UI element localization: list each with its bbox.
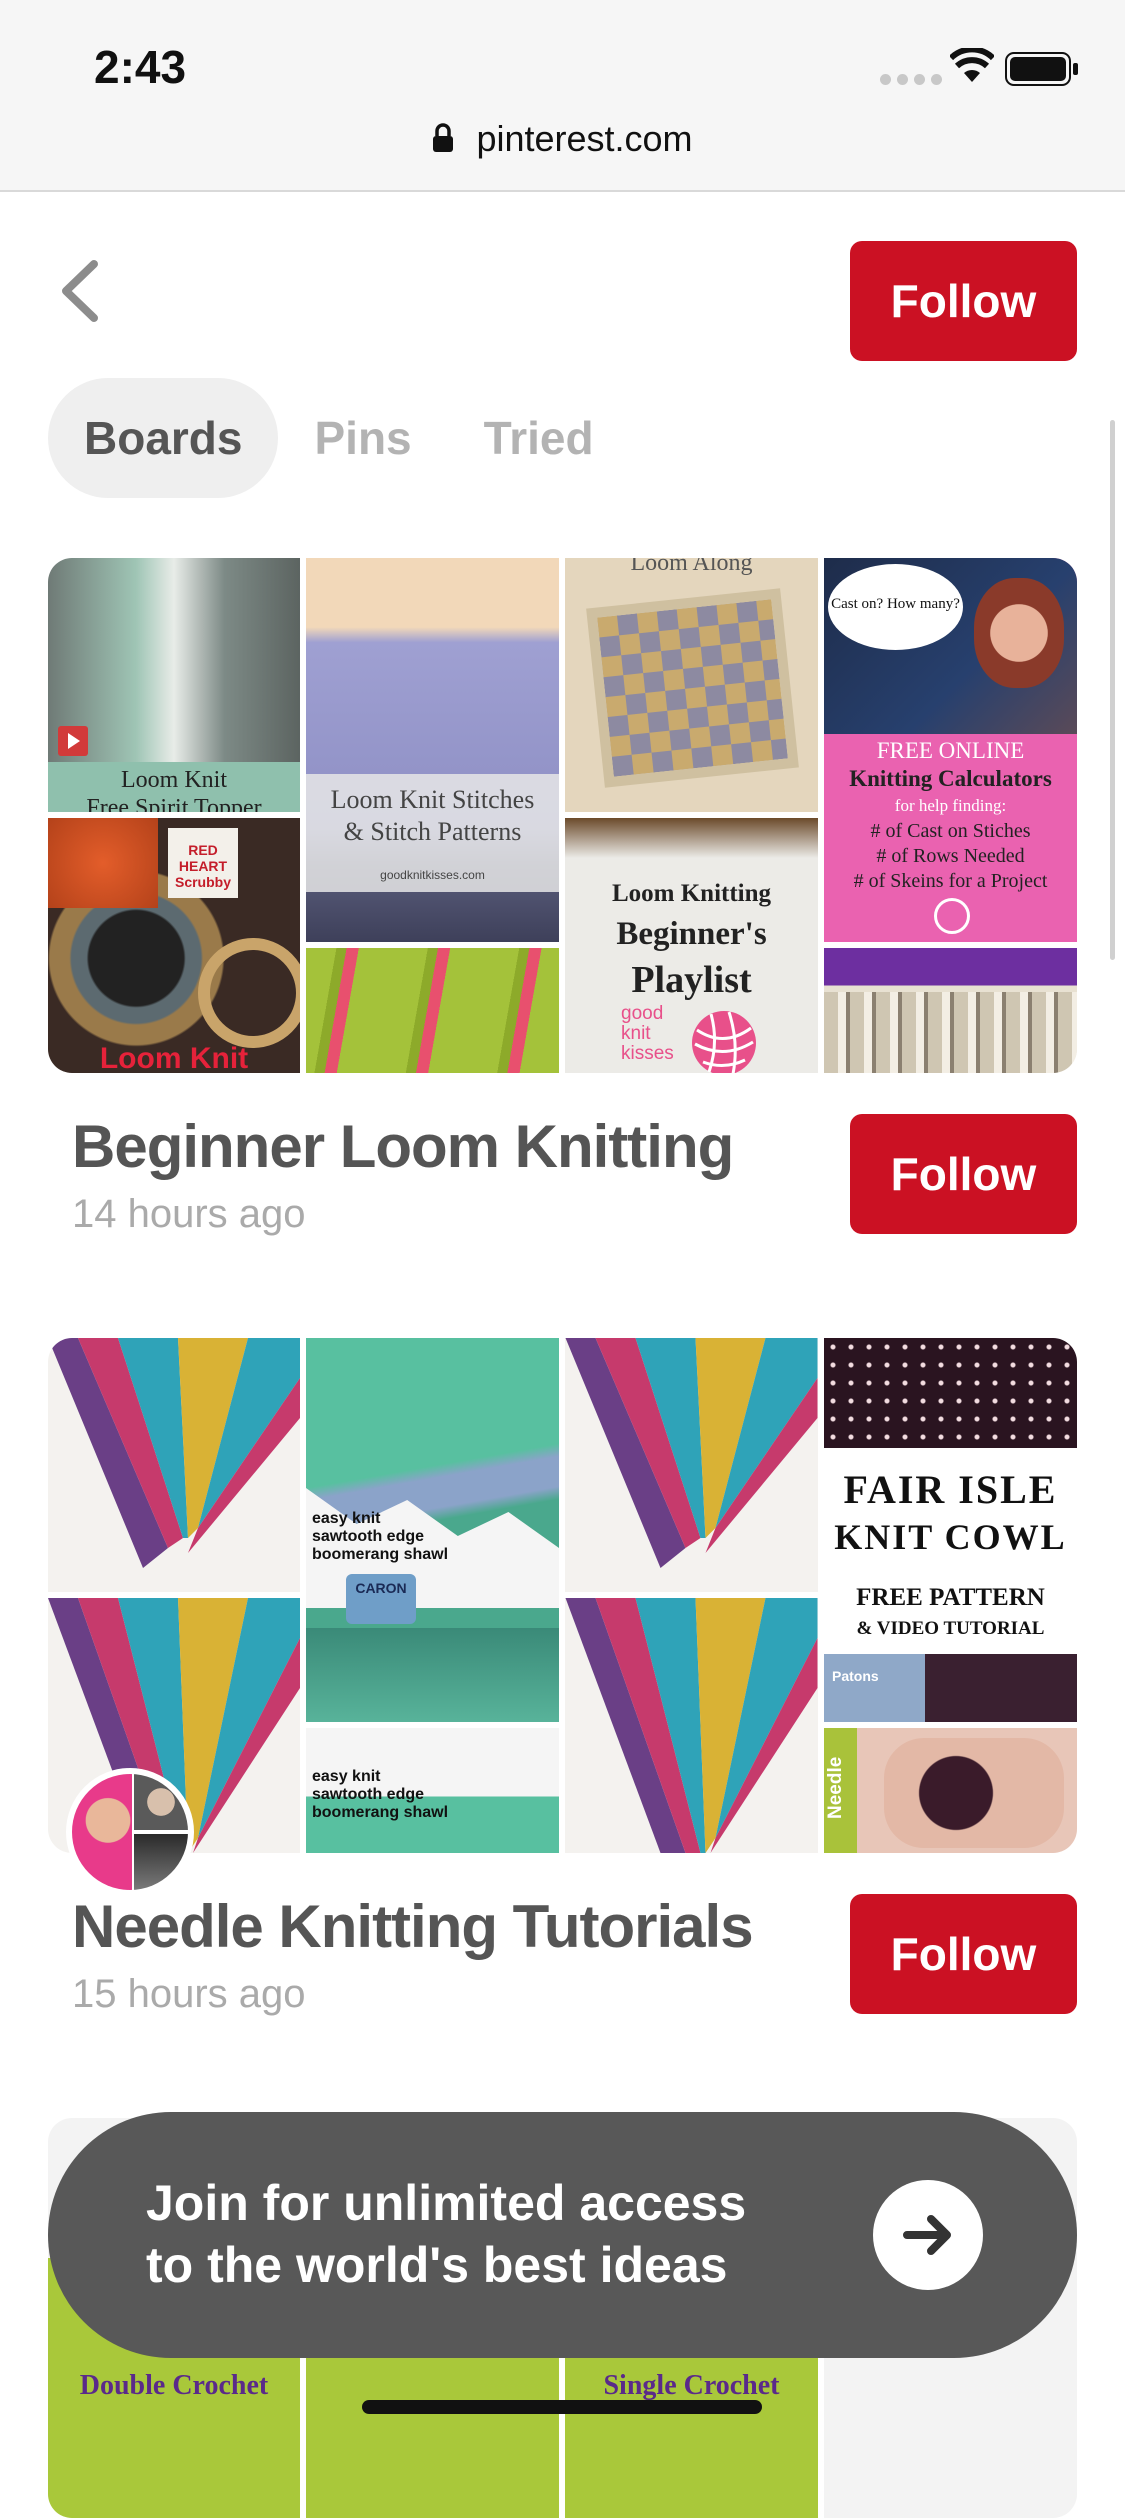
follow-board-button[interactable]: Follow bbox=[850, 1894, 1077, 2014]
thumb-needle-video: Needle bbox=[824, 1728, 1077, 1853]
board-timestamp: 15 hours ago bbox=[72, 1972, 306, 2016]
thumb-beginners-playlist: Loom Knitting Beginner's Playlist good k… bbox=[565, 818, 818, 1073]
board-title[interactable]: Beginner Loom Knitting bbox=[72, 1112, 734, 1181]
follow-board-button[interactable]: Follow bbox=[850, 1114, 1077, 1234]
board-cover-beginner-loom-knitting[interactable]: Loom Knit Free Spirit Topper RED HEART S… bbox=[48, 558, 1077, 1073]
battery-icon bbox=[1005, 52, 1078, 86]
thumb-striped-shawl bbox=[565, 1598, 818, 1853]
thumb-striped-shawl bbox=[565, 1338, 818, 1592]
speech-bubble: Cast on? How many? bbox=[828, 564, 963, 650]
join-arrow-button[interactable] bbox=[873, 2180, 983, 2290]
thumb-sawtooth-shawl: easy knit sawtooth edge boomerang shawl … bbox=[306, 1338, 559, 1722]
browser-status-bar: 2:43 pinterest.com bbox=[0, 0, 1125, 192]
thumb-caption: Loom Knit bbox=[99, 1042, 249, 1073]
thumb-fair-isle-cowl: FAIR ISLE KNIT COWL FREE PATTERN & VIDEO… bbox=[824, 1338, 1077, 1722]
play-icon bbox=[58, 726, 88, 756]
tab-tried[interactable]: Tried bbox=[448, 378, 630, 498]
thumb-green-swatches bbox=[306, 948, 559, 1073]
join-banner-text: Join for unlimited access to the world's… bbox=[146, 2175, 747, 2293]
tab-boards[interactable]: Boards bbox=[48, 378, 279, 498]
lock-icon bbox=[433, 123, 454, 152]
thumb-loom-knit-topper: Loom Knit Free Spirit Topper bbox=[48, 558, 300, 812]
profile-tabs: Boards Pins Tried bbox=[48, 378, 630, 498]
join-banner[interactable]: Join for unlimited access to the world's… bbox=[48, 2112, 1077, 2358]
yarn-ball-icon bbox=[692, 1011, 756, 1073]
thumb-knitting-calculators: Cast on? How many? FREE ONLINE Knitting … bbox=[824, 558, 1077, 942]
board-timestamp: 14 hours ago bbox=[72, 1192, 306, 1236]
arrow-right-icon bbox=[903, 2215, 951, 2255]
url-text: pinterest.com bbox=[476, 118, 693, 159]
thumb-caption: Loom Knit Free Spirit Topper bbox=[48, 762, 300, 812]
thumb-sawtooth-shawl: easy knit sawtooth edge boomerang shawl bbox=[306, 1728, 559, 1853]
yarn-ball-icon bbox=[934, 898, 970, 934]
thumb-striped-shawl bbox=[48, 1338, 300, 1592]
scroll-indicator bbox=[1110, 420, 1115, 960]
thumb-scrubby-yarn: RED HEART Scrubby Loom Knit bbox=[48, 818, 300, 1073]
thumb-loom-along: Loom Along bbox=[565, 558, 818, 812]
board-cover-needle-knitting-tutorials[interactable]: easy knit sawtooth edge boomerang shawl … bbox=[48, 1338, 1077, 1853]
board-title[interactable]: Needle Knitting Tutorials bbox=[72, 1892, 754, 1961]
person-photo bbox=[974, 578, 1064, 688]
cellular-signal-icon bbox=[880, 74, 942, 85]
thumb-loom-pegs bbox=[824, 948, 1077, 1073]
wifi-icon bbox=[950, 48, 994, 82]
board-owner-avatar[interactable] bbox=[66, 1768, 194, 1896]
status-time: 2:43 bbox=[94, 41, 187, 93]
tab-pins[interactable]: Pins bbox=[278, 378, 447, 498]
home-indicator[interactable] bbox=[362, 2400, 762, 2414]
thumb-loom-knit-stitches: Loom Knit Stitches & Stitch Patterns goo… bbox=[306, 558, 559, 942]
back-chevron-icon[interactable] bbox=[48, 256, 118, 326]
red-heart-label: RED HEART Scrubby bbox=[168, 828, 238, 898]
follow-profile-button[interactable]: Follow bbox=[850, 241, 1077, 361]
url-bar[interactable]: pinterest.com bbox=[0, 118, 1125, 160]
